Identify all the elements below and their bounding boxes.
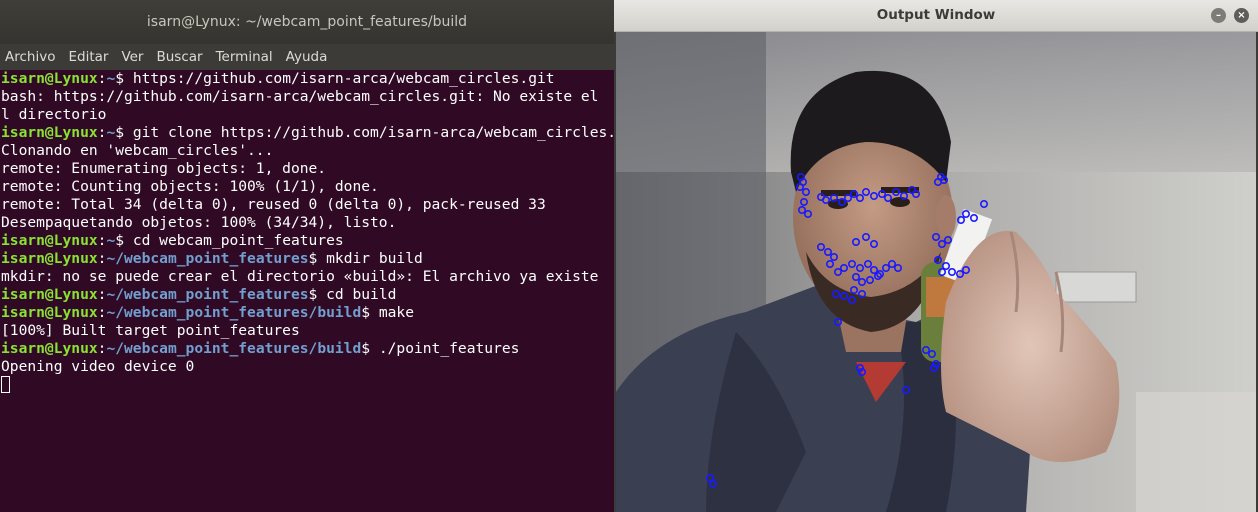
prompt-user: isarn@Lynux [1,124,98,141]
output-text: [100%] Built target point_features [1,322,300,339]
command-text: mkdir build [326,250,423,267]
terminal-line: isarn@Lynux:~/webcam_point_features/buil… [1,340,614,358]
webcam-video-frame [616,32,1256,512]
output-text: bash: https://github.com/isarn-arca/webc… [1,88,599,105]
prompt-path: ~/webcam_point_features [106,286,309,303]
menu-ver[interactable]: Ver [116,49,151,65]
prompt-user: isarn@Lynux [1,232,98,249]
prompt-user: isarn@Lynux [1,250,98,267]
output-text: Opening video device 0 [1,358,195,375]
prompt-path: ~ [106,70,116,87]
command-text: make [378,304,414,321]
output-window-title: Output Window [876,7,996,23]
terminal-line: isarn@Lynux:~/webcam_point_features/buil… [1,304,614,322]
prompt-symbol: $ [361,340,379,357]
terminal-line: isarn@Lynux:~/webcam_point_features$ cd … [1,286,614,304]
terminal-title: isarn@Lynux: ~/webcam_point_features/bui… [146,14,468,30]
menu-editar[interactable]: Editar [63,49,116,65]
terminal-line: isarn@Lynux:~$ cd webcam_point_features [1,232,614,250]
prompt-symbol: $ [361,304,379,321]
terminal-line: isarn@Lynux:~$ git clone https://github.… [1,124,614,142]
prompt-path: ~/webcam_point_features [106,250,309,267]
prompt-path: ~/webcam_point_features/build [106,304,362,321]
webcam-image [616,32,1256,512]
menu-ayuda[interactable]: Ayuda [281,49,336,65]
terminal-output[interactable]: isarn@Lynux:~$ https://github.com/isarn-… [0,70,614,512]
output-text: Desempaquetando objetos: 100% (34/34), l… [1,214,397,231]
prompt-path: ~/webcam_point_features/build [106,340,362,357]
menu-terminal[interactable]: Terminal [211,49,281,65]
terminal-line: remote: Enumerating objects: 1, done. [1,160,614,178]
terminal-line: Opening video device 0 [1,358,614,376]
terminal-line: remote: Total 34 (delta 0), reused 0 (de… [1,196,614,214]
terminal-line: mkdir: no se puede crear el directorio «… [1,268,614,286]
prompt-user: isarn@Lynux [1,70,98,87]
terminal-line: l directorio [1,106,614,124]
output-window-titlebar[interactable]: Output Window – × [614,0,1258,32]
terminal-line: remote: Counting objects: 100% (1/1), do… [1,178,614,196]
terminal-line: Clonando en 'webcam_circles'... [1,142,614,160]
wall-outlet [1055,271,1137,303]
output-text: Clonando en 'webcam_circles'... [1,142,274,159]
terminal-cursor [1,376,10,393]
prompt-user: isarn@Lynux [1,286,98,303]
prompt-path: ~ [106,232,116,249]
output-text: remote: Counting objects: 100% (1/1), do… [1,178,379,195]
prompt-user: isarn@Lynux [1,304,98,321]
terminal-line: isarn@Lynux:~/webcam_point_features$ mkd… [1,250,614,268]
minimize-button[interactable]: – [1211,8,1226,23]
output-text: l directorio [1,106,107,123]
output-text: remote: Enumerating objects: 1, done. [1,160,327,177]
output-text: mkdir: no se puede crear el directorio «… [1,268,599,285]
command-text: https://github.com/isarn-arca/webcam_cir… [132,70,555,87]
prompt-symbol: $ [308,250,327,267]
terminal-window[interactable]: isarn@Lynux: ~/webcam_point_features/bui… [0,0,614,512]
terminal-line: [100%] Built target point_features [1,322,614,340]
command-text: git clone https://github.com/isarn-arca/… [132,124,614,141]
prompt-path: ~ [106,124,116,141]
command-text: cd build [326,286,397,303]
prompt-symbol: $ [115,124,133,141]
command-text: ./point_features [378,340,520,357]
close-button[interactable]: × [1234,8,1249,23]
prompt-symbol: $ [115,232,133,249]
command-text: cd webcam_point_features [132,232,344,249]
terminal-menubar: Archivo Editar Ver Buscar Terminal Ayuda [0,44,614,70]
terminal-titlebar[interactable]: isarn@Lynux: ~/webcam_point_features/bui… [0,0,614,44]
terminal-line: Desempaquetando objetos: 100% (34/34), l… [1,214,614,232]
prompt-symbol: $ [115,70,133,87]
prompt-symbol: $ [308,286,327,303]
terminal-line: bash: https://github.com/isarn-arca/webc… [1,88,614,106]
prompt-user: isarn@Lynux [1,340,98,357]
terminal-line: isarn@Lynux:~$ https://github.com/isarn-… [1,70,614,88]
menu-archivo[interactable]: Archivo [0,49,63,65]
output-window[interactable]: Output Window – × [614,0,1258,512]
output-text: remote: Total 34 (delta 0), reused 0 (de… [1,196,546,213]
menu-buscar[interactable]: Buscar [151,49,210,65]
